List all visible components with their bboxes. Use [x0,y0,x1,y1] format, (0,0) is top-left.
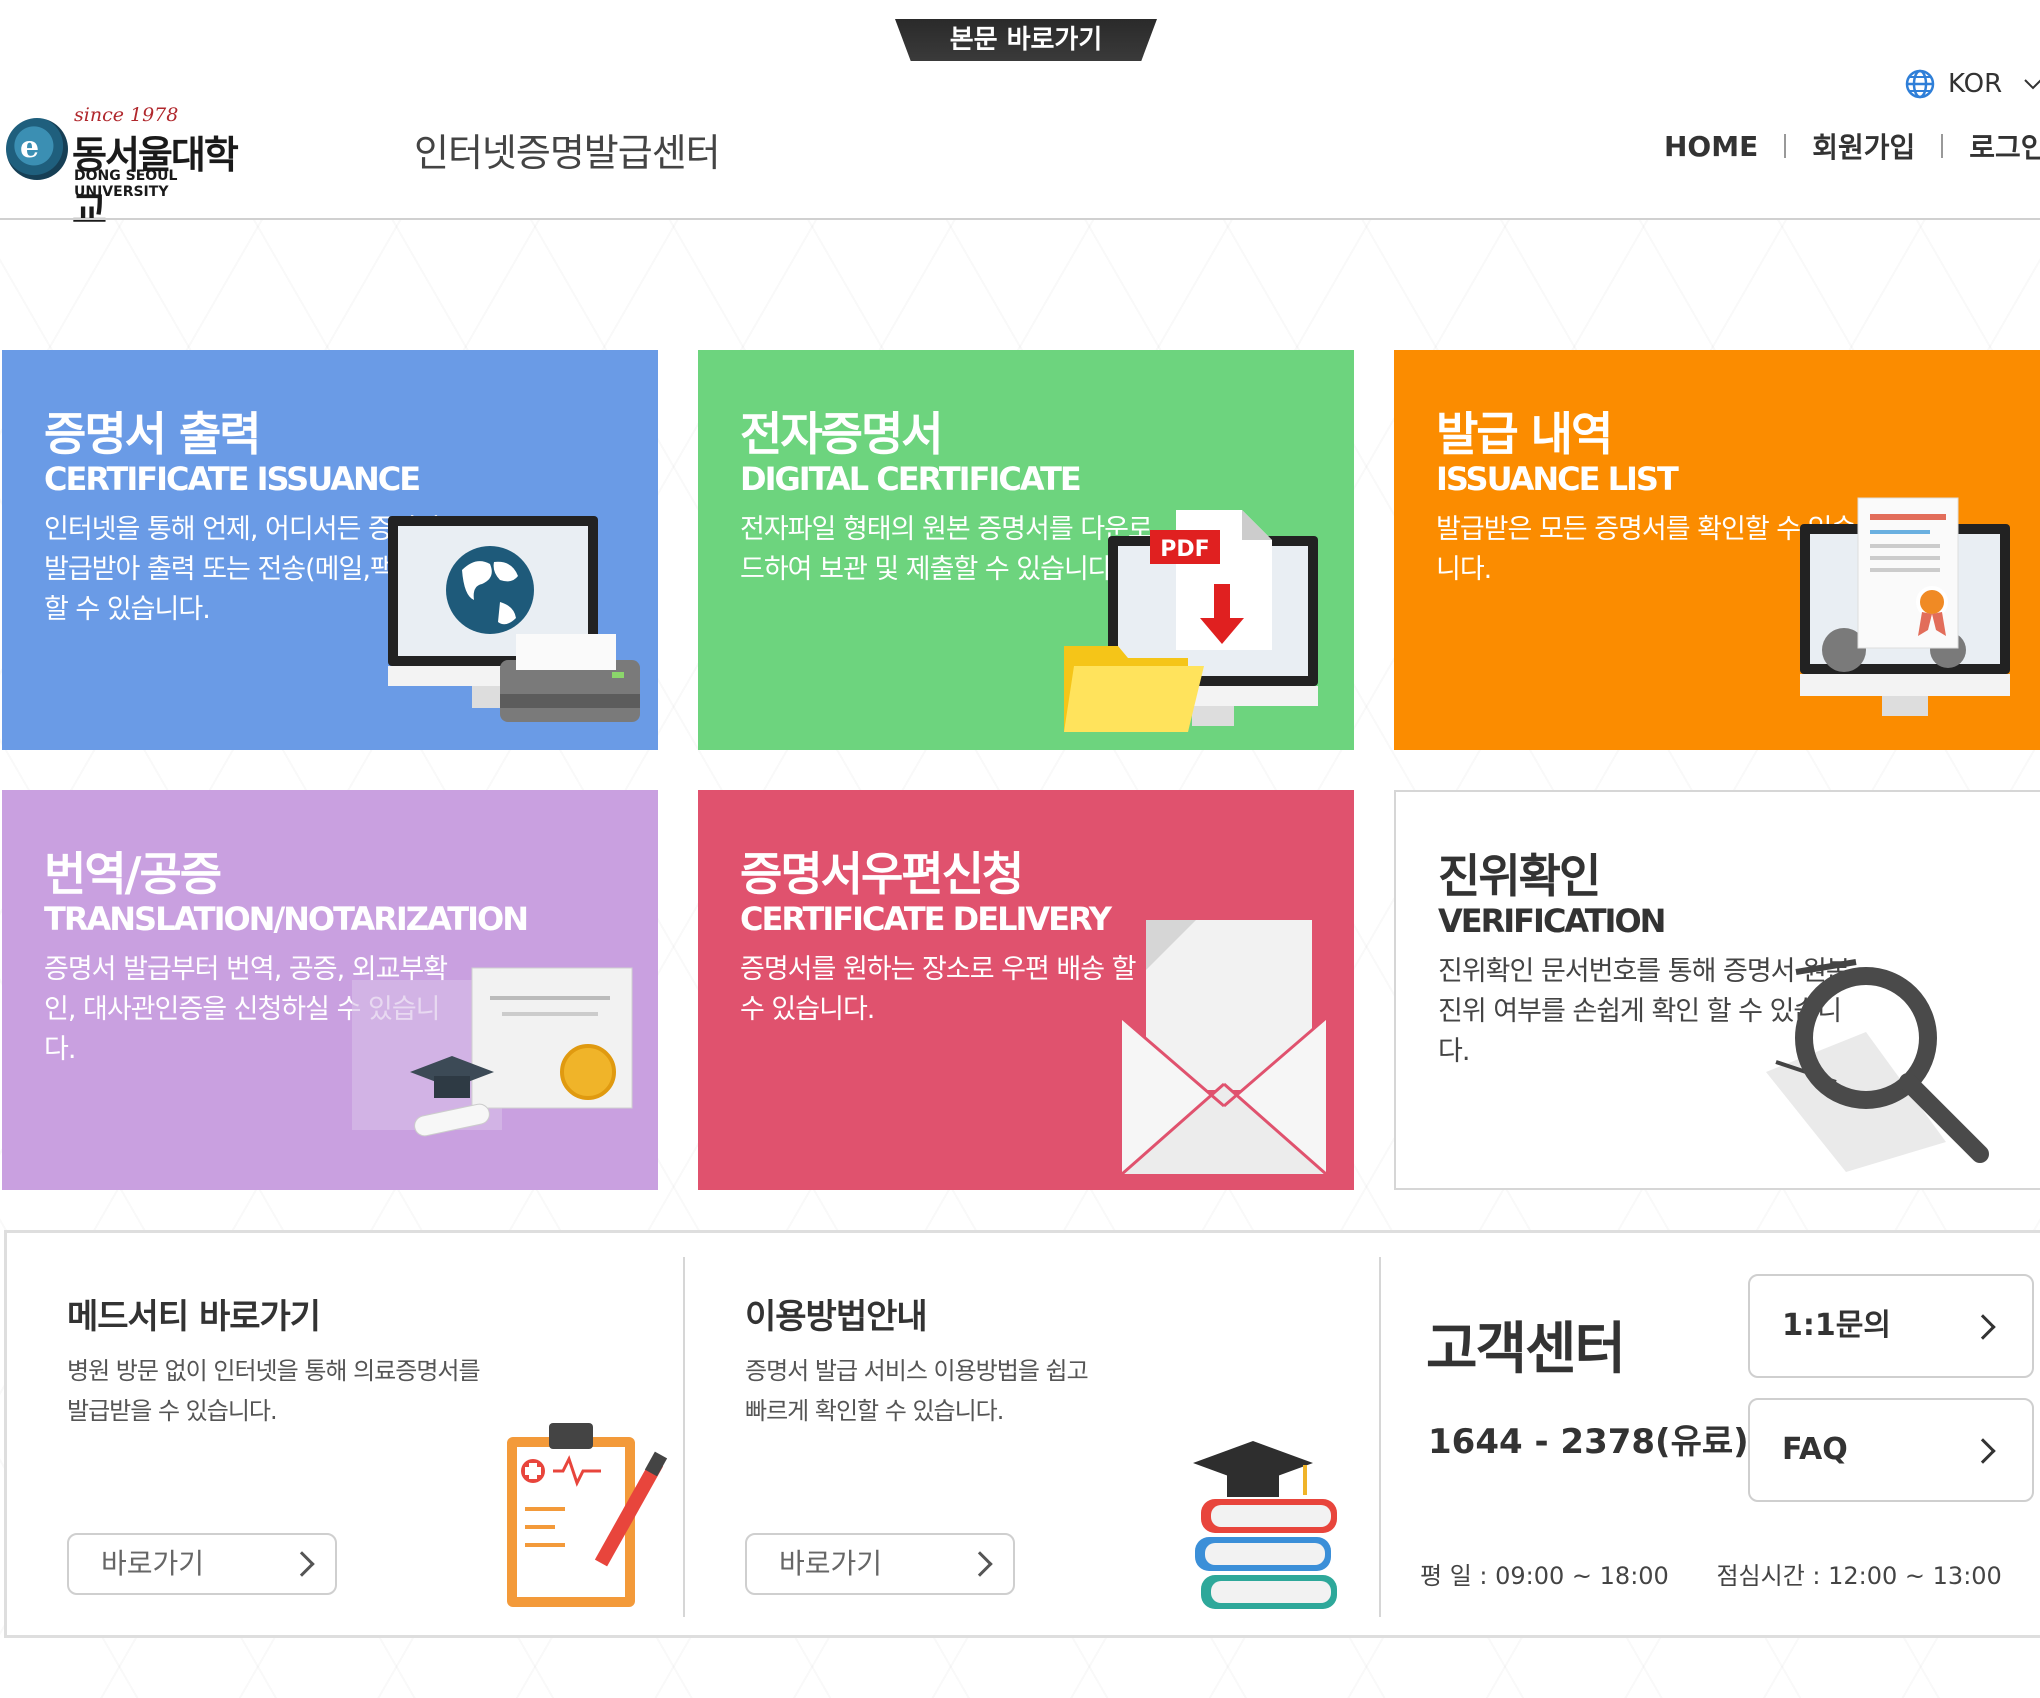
tile-title: 발급 내역 [1436,407,1613,461]
monitor-globe-printer-icon [388,516,640,722]
go-button-label: 바로가기 [779,1547,883,1580]
header-divider [0,218,2040,220]
tile-subtitle: ISSUANCE LIST [1436,460,1679,498]
nav-login-link[interactable]: 로그인 [1969,126,2040,166]
guide-section: 이용방법안내 증명서 발급 서비스 이용방법을 쉽고 빠르게 확인할 수 있습니… [685,1233,1379,1635]
medcerti-go-button[interactable]: 바로가기 [67,1533,337,1595]
tile-description: 발급받은 모든 증명서를 확인할 수 있습니다. [1436,514,1856,585]
customer-center-hours: 평 일 : 09:00 ~ 18:00 점심시간 : 12:00 ~ 13:00 [1420,1556,2040,1591]
pdf-download-icon: PDF [1064,510,1318,732]
tile-certificate-issuance[interactable]: 증명서 출력 CERTIFICATE ISSUANCE 인터넷을 통해 언제, … [2,350,658,750]
tile-subtitle: CERTIFICATE ISSUANCE [44,460,421,498]
chevron-right-icon [1970,1438,1996,1464]
medcerti-section: 메드서티 바로가기 병원 방문 없이 인터넷을 통해 의료증명서를 발급받을 수… [7,1233,683,1635]
tile-title: 진위확인 [1438,849,1601,903]
logo-since-text: since 1978 [74,104,179,126]
chevron-down-icon [2024,79,2040,90]
medcerti-description: 병원 방문 없이 인터넷을 통해 의료증명서를 발급받을 수 있습니다. [67,1357,481,1425]
chevron-right-icon [289,1551,315,1577]
magnifier-icon [1766,959,1989,1172]
column-divider [1379,1257,1381,1617]
nav-divider [1941,134,1944,158]
language-selector[interactable]: KOR [1904,64,2040,104]
inquiry-button-label: 1:1문의 [1782,1308,1891,1343]
tile-title: 증명서우편신청 [740,847,1024,901]
tile-subtitle: TRANSLATION/NOTARIZATION [44,900,529,938]
university-emblem-icon: e [6,118,68,180]
tile-certificate-delivery[interactable]: 증명서우편신청 CERTIFICATE DELIVERY 증명서를 원하는 장소… [698,790,1354,1190]
books-graduation-icon [1193,1441,1337,1609]
skip-to-content-link[interactable]: 본문 바로가기 [895,19,1157,61]
customer-center-phone: 1644 - 2378(유료) [1428,1422,1749,1462]
tile-subtitle: VERIFICATION [1438,902,1666,940]
language-label: KOR [1948,69,2003,99]
medical-clipboard-icon [507,1423,668,1607]
faq-button-label: FAQ [1782,1432,1848,1467]
nav-signup-link[interactable]: 회원가입 [1812,126,1915,166]
customer-center-title: 고객센터 [1426,1317,1626,1382]
guide-title: 이용방법안내 [745,1297,928,1337]
globe-icon [1905,69,1935,99]
chevron-right-icon [967,1551,993,1577]
tile-subtitle: CERTIFICATE DELIVERY [740,900,1112,938]
weekday-hours: 평 일 : 09:00 ~ 18:00 [1420,1562,1669,1590]
tile-title: 번역/공증 [44,847,222,901]
certificate-monitor-icon [1800,497,2010,716]
diploma-graduation-icon [352,967,633,1137]
tile-digital-certificate[interactable]: 전자증명서 DIGITAL CERTIFICATE 전자파일 형태의 원본 증명… [698,350,1354,750]
medcerti-title: 메드서티 바로가기 [67,1297,321,1337]
tile-title: 증명서 출력 [44,407,262,461]
go-button-label: 바로가기 [101,1547,205,1580]
guide-go-button[interactable]: 바로가기 [745,1533,1015,1595]
inquiry-button[interactable]: 1:1문의 [1748,1274,2034,1378]
tile-issuance-list[interactable]: 발급 내역 ISSUANCE LIST 발급받은 모든 증명서를 확인할 수 있… [1394,350,2040,750]
guide-description: 증명서 발급 서비스 이용방법을 쉽고 빠르게 확인할 수 있습니다. [745,1357,1089,1425]
university-logo[interactable]: since 1978 e 동서울대학교 DONG SEOUL UNIVERSIT… [6,104,262,232]
site-title: 인터넷증명발급센터 [414,131,721,175]
faq-button[interactable]: FAQ [1748,1398,2034,1502]
pdf-label: PDF [1160,537,1209,562]
tile-verification[interactable]: 진위확인 VERIFICATION 진위확인 문서번호를 통해 증명서 원본 진… [1394,790,2040,1190]
tile-translation-notarization[interactable]: 번역/공증 TRANSLATION/NOTARIZATION 증명서 발급부터 … [2,790,658,1190]
nav-divider [1784,134,1787,158]
tile-title: 전자증명서 [740,407,944,461]
tile-description: 증명서를 원하는 장소로 우편 배송 할 수 있습니다. [740,954,1137,1025]
top-navigation: HOME 회원가입 로그인 [1664,126,2040,166]
chevron-right-icon [1970,1314,1996,1340]
lunch-hours: 점심시간 : 12:00 ~ 13:00 [1716,1562,2002,1590]
nav-home-link[interactable]: HOME [1664,130,1758,163]
logo-english-name: DONG SEOUL UNIVERSITY [74,168,178,200]
tile-subtitle: DIGITAL CERTIFICATE [740,460,1082,498]
envelope-icon [1121,920,1327,1176]
